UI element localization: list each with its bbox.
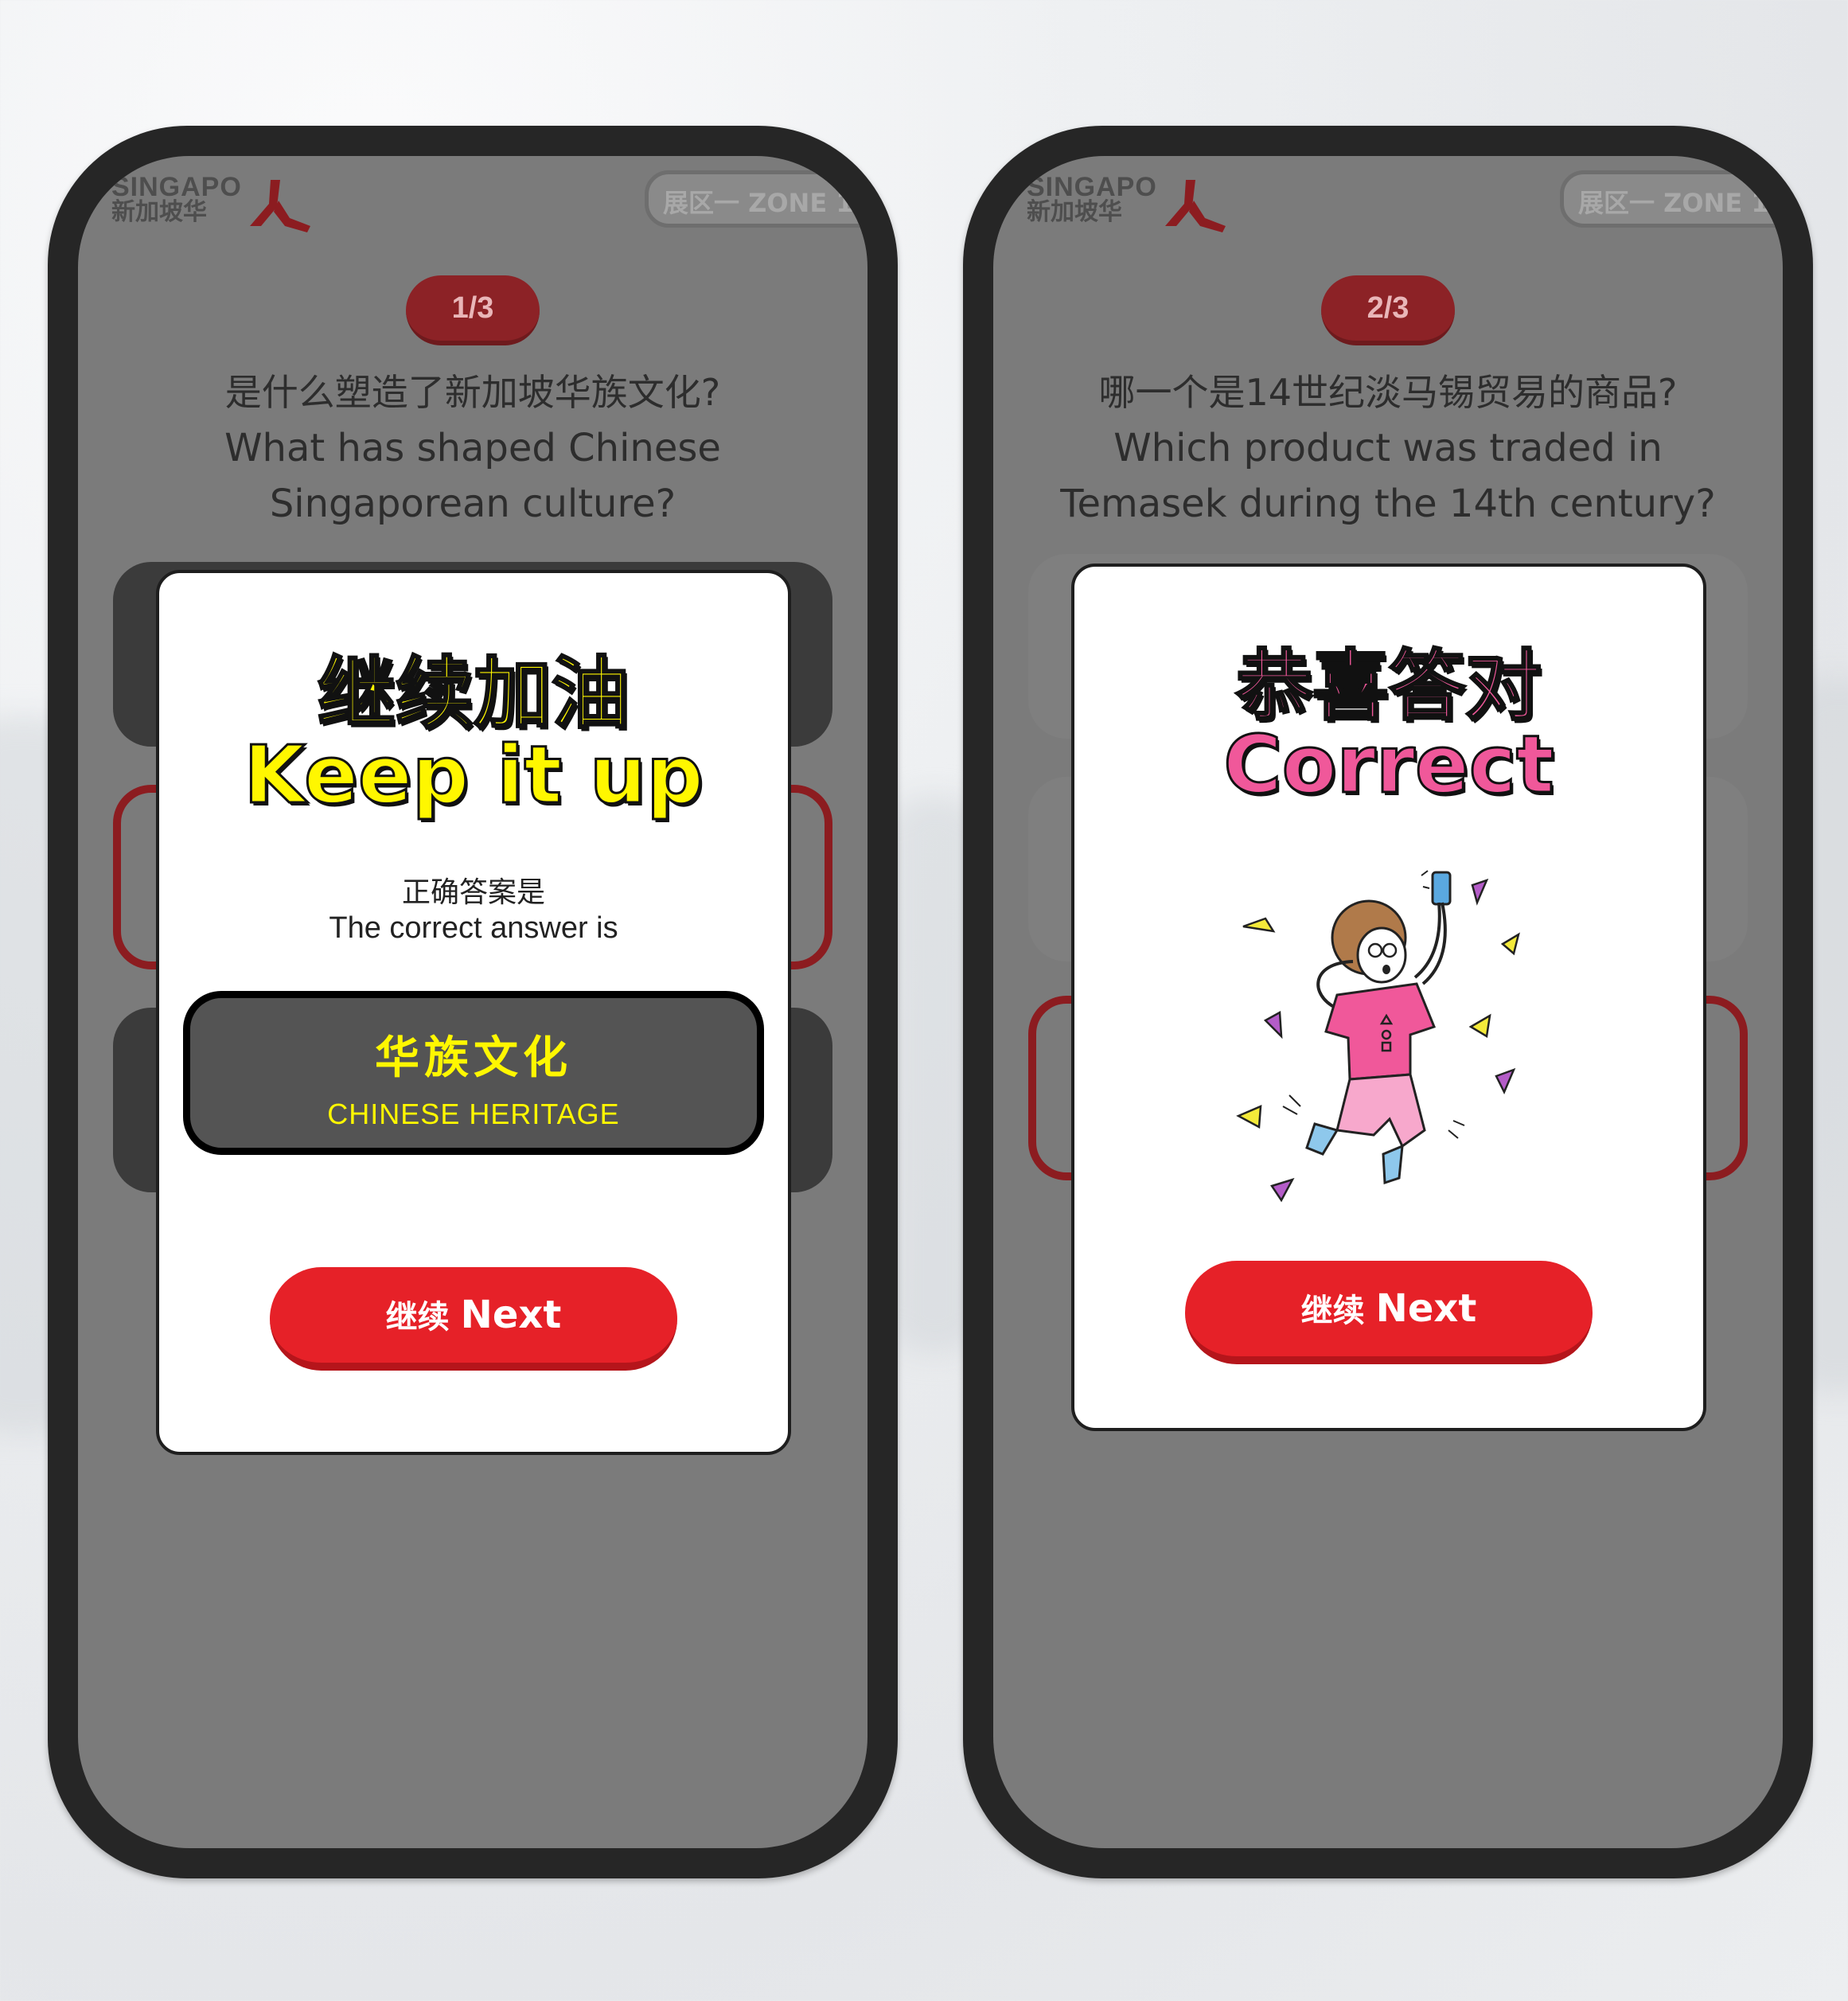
celebration-illustration-icon <box>1236 870 1520 1203</box>
caption-en: The correct answer is <box>329 911 618 945</box>
logo-person-mark-icon <box>250 180 310 232</box>
question-en: What has shaped Chinese Singaporean cult… <box>224 426 721 526</box>
logo-person-mark-icon <box>1165 180 1226 232</box>
phone-right: SINGAPO 新加坡华 展区一 ZONE 1 2/3 哪一个是14世纪淡马锡贸… <box>963 126 1813 1878</box>
logo-text-en: SINGAPO <box>111 172 242 202</box>
zone-badge: 展区一 ZONE 1 <box>645 170 867 228</box>
caption-zh: 正确答案是 <box>401 876 545 909</box>
modal-title-en: Correct <box>1222 717 1556 813</box>
next-label-en: Next <box>1375 1286 1477 1331</box>
feedback-modal: 继续加油 Keep it up 正确答案是 The correct answer… <box>156 570 791 1455</box>
correct-answer-card: 华族文化 CHINESE HERITAGE <box>183 991 764 1155</box>
feedback-modal: 恭喜答对 Correct 继续 Next <box>1071 564 1706 1431</box>
next-button[interactable]: 继续 Next <box>1185 1261 1593 1364</box>
quiz-screen-2: SINGAPO 新加坡华 展区一 ZONE 1 2/3 哪一个是14世纪淡马锡贸… <box>993 156 1783 1848</box>
question-zh: 哪一个是14世纪淡马锡贸易的商品? <box>1098 371 1678 414</box>
app-logo: SINGAPO 新加坡华 <box>1027 172 1226 232</box>
answer-zh: 华族文化 <box>375 1032 572 1084</box>
quiz-screen-1: SINGAPO 新加坡华 展区一 ZONE 1 1/3 是什么塑造了新加坡华族文… <box>78 156 867 1848</box>
question-zh: 是什么塑造了新加坡华族文化? <box>224 371 721 414</box>
question-en: Which product was traded in Temasek duri… <box>1060 426 1716 526</box>
next-button[interactable]: 继续 Next <box>270 1267 677 1371</box>
zone-badge: 展区一 ZONE 1 <box>1560 170 1783 228</box>
next-label-en: Next <box>460 1293 562 1337</box>
logo-text-zh: 新加坡华 <box>1027 198 1122 226</box>
question-progress: 1/3 <box>406 275 540 345</box>
question-text: 哪一个是14世纪淡马锡贸易的商品? Which product was trad… <box>1009 365 1767 532</box>
question-progress: 2/3 <box>1321 275 1455 345</box>
app-logo: SINGAPO 新加坡华 <box>111 172 310 232</box>
logo-text-en: SINGAPO <box>1027 172 1157 202</box>
next-label-zh: 继续 <box>1300 1293 1365 1329</box>
modal-title-en: Keep it up <box>243 727 704 823</box>
question-text: 是什么塑造了新加坡华族文化? What has shaped Chinese S… <box>94 365 852 532</box>
phone-left: SINGAPO 新加坡华 展区一 ZONE 1 1/3 是什么塑造了新加坡华族文… <box>48 126 898 1878</box>
modal-title-zh: 继续加油 <box>316 648 630 741</box>
next-label-zh: 继续 <box>385 1299 450 1336</box>
answer-en: CHINESE HERITAGE <box>327 1098 620 1130</box>
logo-text-zh: 新加坡华 <box>111 198 207 226</box>
